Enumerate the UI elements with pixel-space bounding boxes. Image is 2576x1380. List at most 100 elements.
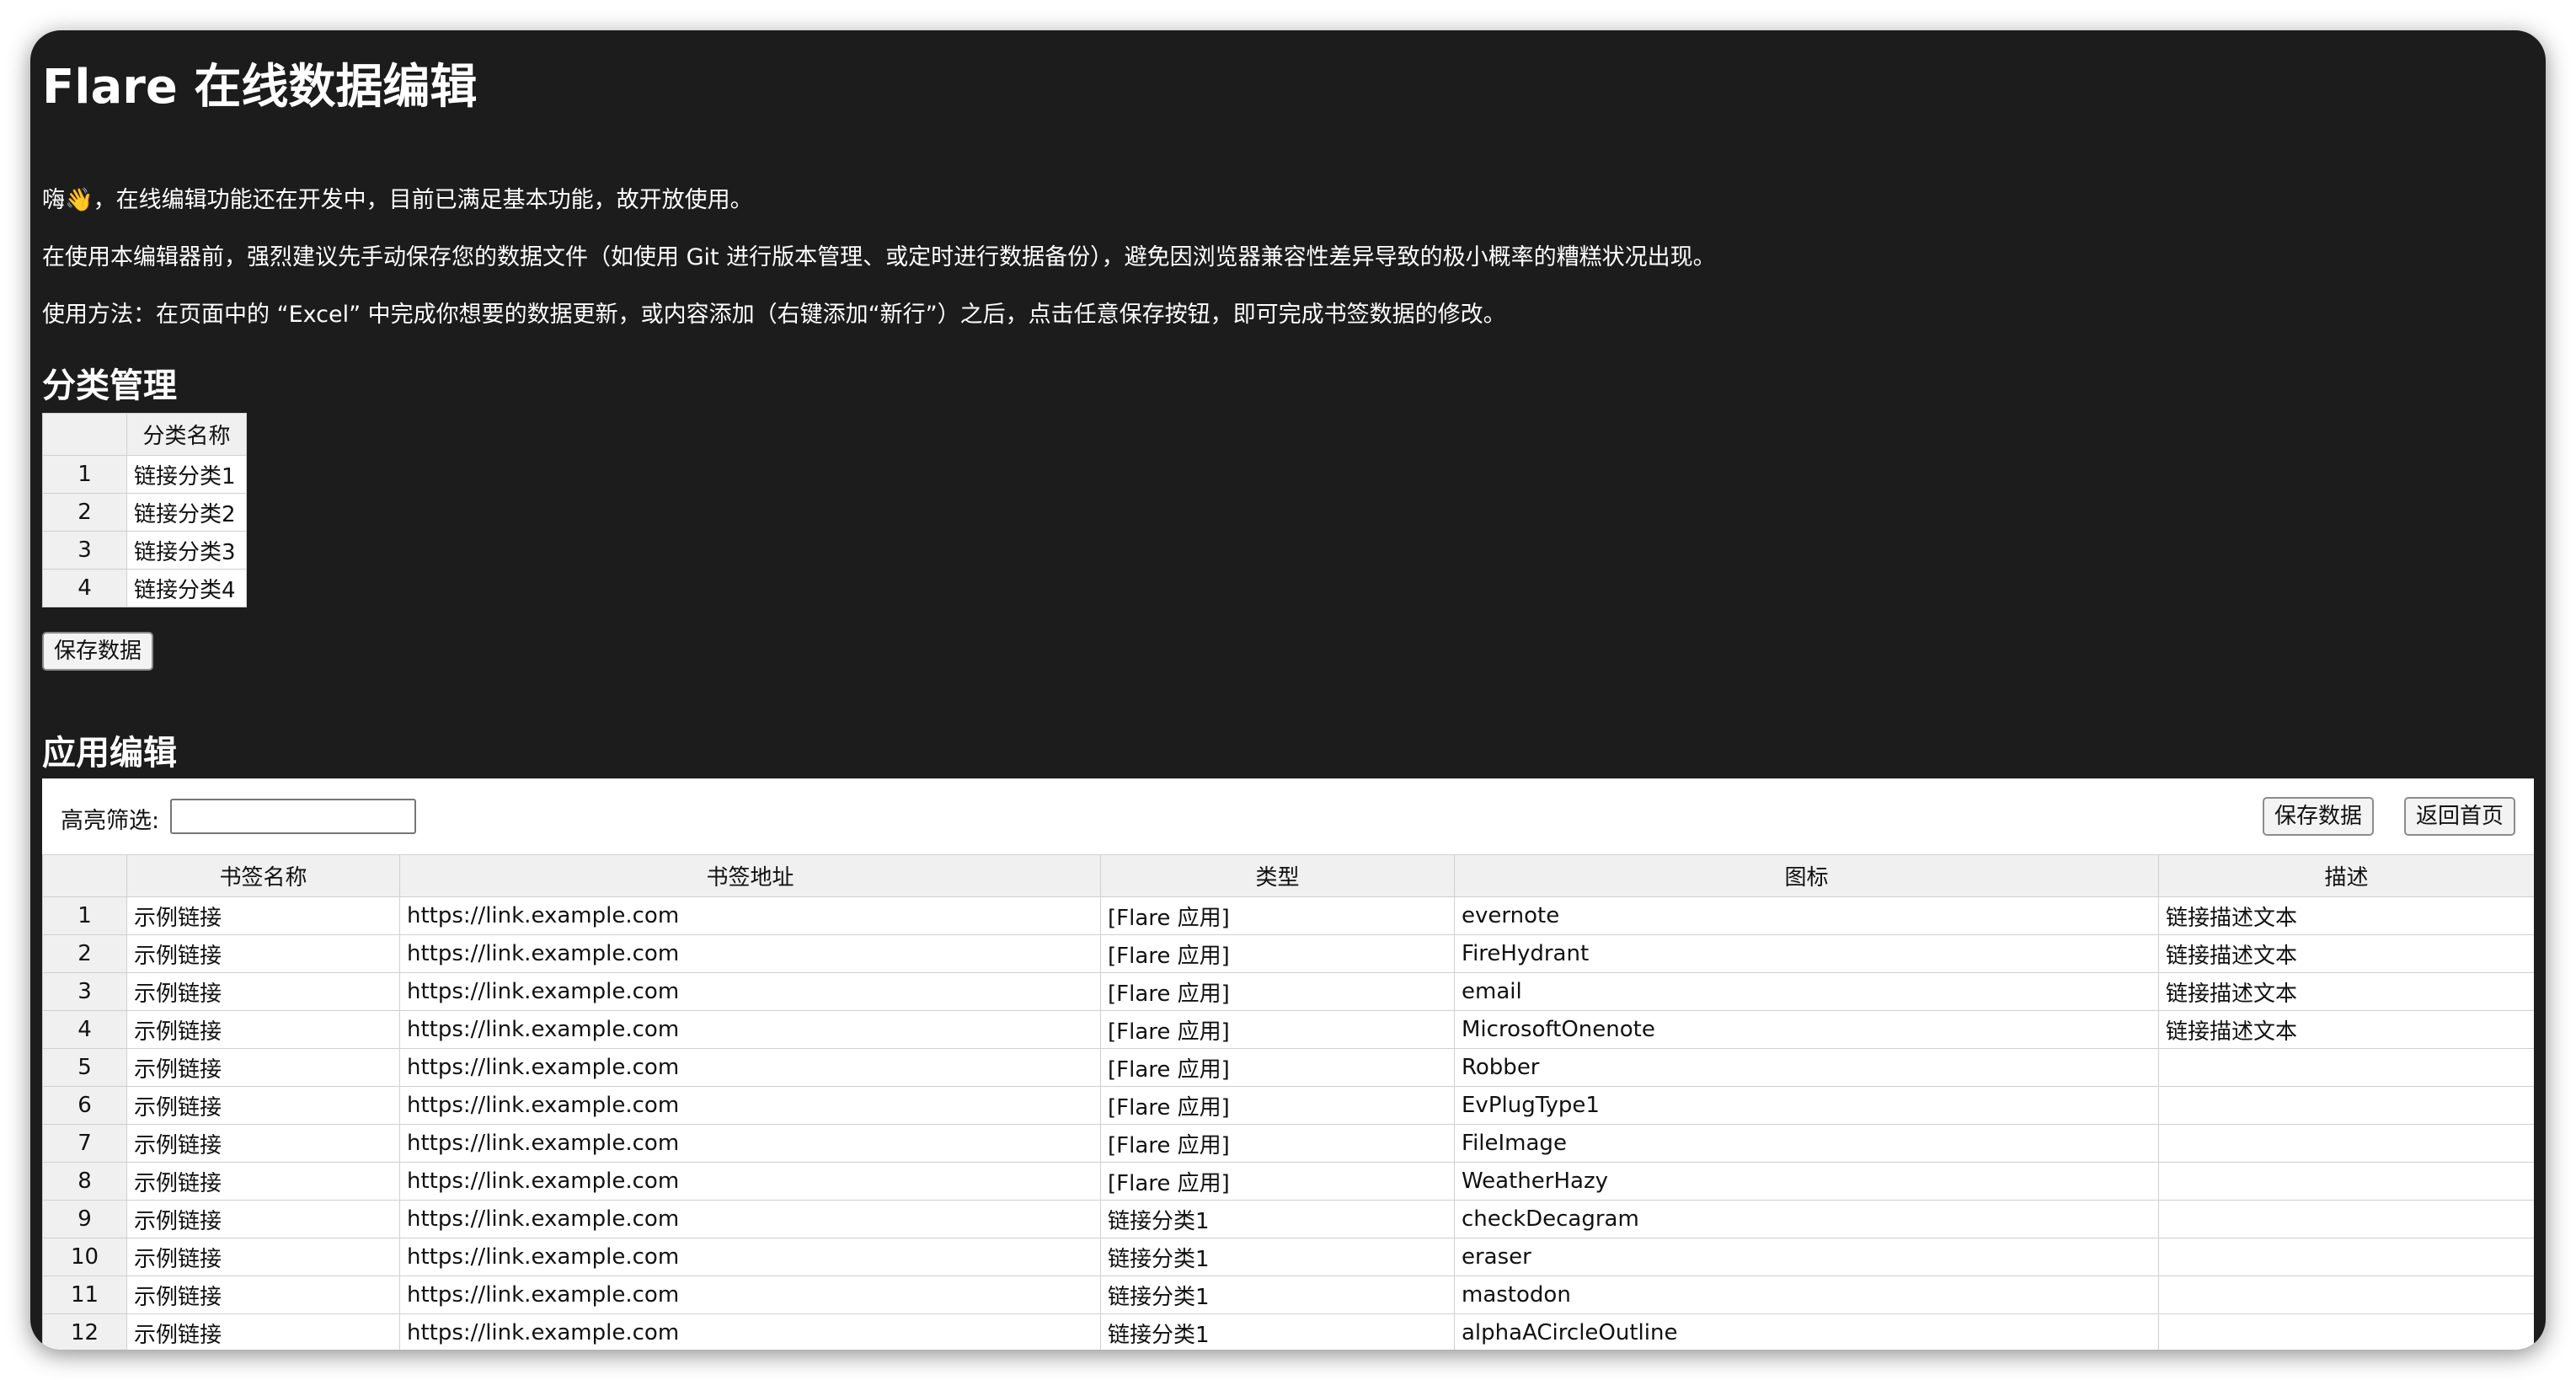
bookmark-name-cell[interactable]: 示例链接	[126, 1276, 400, 1314]
bookmark-name-cell[interactable]: 示例链接	[126, 1124, 400, 1163]
category-name-cell[interactable]: 链接分类1	[126, 455, 247, 494]
icon-name-cell[interactable]: evernote	[1454, 896, 2159, 935]
bookmark-url-cell[interactable]: https://link.example.com	[399, 1162, 1101, 1201]
type-cell[interactable]: 链接分类1	[1100, 1276, 1455, 1314]
row-number[interactable]: 1	[42, 896, 127, 935]
table-row: 9 示例链接 https://link.example.com 链接分类1 checkD…	[42, 1200, 2534, 1238]
bookmark-name-cell[interactable]: 示例链接	[126, 1010, 400, 1049]
row-number[interactable]: 3	[42, 972, 127, 1011]
type-cell[interactable]: [Flare 应用]	[1100, 1010, 1455, 1049]
back-home-button[interactable]: 返回首页	[2404, 797, 2516, 836]
type-cell[interactable]: [Flare 应用]	[1100, 1048, 1455, 1087]
bookmark-url-cell[interactable]: https://link.example.com	[399, 1010, 1101, 1049]
row-number[interactable]: 2	[42, 934, 127, 973]
bookmark-name-cell[interactable]: 示例链接	[126, 896, 400, 935]
bookmark-url-cell[interactable]: https://link.example.com	[399, 1048, 1101, 1087]
row-number[interactable]: 3	[42, 531, 127, 570]
category-name-header: 分类名称	[126, 413, 247, 456]
icon-name-cell[interactable]: checkDecagram	[1454, 1200, 2159, 1238]
app-table: 书签名称 书签地址 类型 图标 描述 1 示例链接 https://link.exa…	[42, 854, 2534, 1350]
save-apps-button[interactable]: 保存数据	[2263, 797, 2375, 836]
bookmark-name-cell[interactable]: 示例链接	[126, 1086, 400, 1125]
type-cell[interactable]: 链接分类1	[1100, 1200, 1455, 1238]
table-row: 8 示例链接 https://link.example.com [Flare 应用] W…	[42, 1162, 2534, 1201]
bookmark-url-cell[interactable]: https://link.example.com	[399, 896, 1101, 935]
bookmark-url-cell[interactable]: https://link.example.com	[399, 1276, 1101, 1314]
description-cell[interactable]	[2158, 1200, 2534, 1238]
bookmark-name-cell[interactable]: 示例链接	[126, 972, 400, 1011]
icon-name-cell[interactable]: MicrosoftOnenote	[1454, 1010, 2159, 1049]
bookmark-url-cell[interactable]: https://link.example.com	[399, 972, 1101, 1011]
bookmark-name-cell[interactable]: 示例链接	[126, 1200, 400, 1238]
icon-name-cell[interactable]: FileImage	[1454, 1124, 2159, 1163]
icon-name-cell[interactable]: EvPlugType1	[1454, 1086, 2159, 1125]
icon-name-cell[interactable]: eraser	[1454, 1238, 2159, 1276]
bookmark-url-cell[interactable]: https://link.example.com	[399, 1124, 1101, 1163]
icon-name-cell[interactable]: alphaACircleOutline	[1454, 1313, 2159, 1350]
table-row: 12 示例链接 https://link.example.com 链接分类1 alpha…	[42, 1313, 2534, 1350]
app-editor-panel: 高亮筛选: 保存数据 返回首页 书签名称 书签地址 类型 图标 描述 1 示例链…	[42, 778, 2534, 1350]
row-number[interactable]: 8	[42, 1162, 127, 1201]
bookmark-url-cell[interactable]: https://link.example.com	[399, 1238, 1101, 1276]
bookmark-url-cell[interactable]: https://link.example.com	[399, 934, 1101, 973]
description-cell[interactable]: 链接描述文本	[2158, 1010, 2534, 1049]
table-row: 6 示例链接 https://link.example.com [Flare 应用] E…	[42, 1086, 2534, 1125]
category-name-cell[interactable]: 链接分类4	[126, 569, 247, 607]
type-cell[interactable]: [Flare 应用]	[1100, 896, 1455, 935]
row-number[interactable]: 2	[42, 493, 127, 532]
row-number[interactable]: 5	[42, 1048, 127, 1087]
type-cell[interactable]: 链接分类1	[1100, 1238, 1455, 1276]
bookmark-url-cell[interactable]: https://link.example.com	[399, 1200, 1101, 1238]
description-cell[interactable]: 链接描述文本	[2158, 934, 2534, 973]
row-number[interactable]: 1	[42, 455, 127, 494]
bookmark-name-cell[interactable]: 示例链接	[126, 1313, 400, 1350]
type-header: 类型	[1100, 854, 1455, 897]
row-number[interactable]: 12	[42, 1313, 127, 1350]
filter-input[interactable]	[170, 799, 416, 834]
type-cell[interactable]: [Flare 应用]	[1100, 934, 1455, 973]
category-name-cell[interactable]: 链接分类2	[126, 493, 247, 532]
type-cell[interactable]: [Flare 应用]	[1100, 972, 1455, 1011]
bookmark-url-cell[interactable]: https://link.example.com	[399, 1313, 1101, 1350]
icon-name-cell[interactable]: FireHydrant	[1454, 934, 2159, 973]
bookmark-url-header: 书签地址	[399, 854, 1101, 897]
row-number[interactable]: 11	[42, 1276, 127, 1314]
category-heading: 分类管理	[42, 366, 177, 405]
save-categories-button[interactable]: 保存数据	[42, 632, 154, 671]
description-cell[interactable]	[2158, 1124, 2534, 1163]
table-row: 3 示例链接 https://link.example.com [Flare 应用] e…	[42, 972, 2534, 1011]
icon-name-cell[interactable]: mastodon	[1454, 1276, 2159, 1314]
bookmark-url-cell[interactable]: https://link.example.com	[399, 1086, 1101, 1125]
row-number[interactable]: 9	[42, 1200, 127, 1238]
bookmark-name-cell[interactable]: 示例链接	[126, 1162, 400, 1201]
type-cell[interactable]: [Flare 应用]	[1100, 1124, 1455, 1163]
description-cell[interactable]	[2158, 1162, 2534, 1201]
icon-name-cell[interactable]: Robber	[1454, 1048, 2159, 1087]
category-name-cell[interactable]: 链接分类3	[126, 531, 247, 570]
description-cell[interactable]	[2158, 1048, 2534, 1087]
bookmark-name-cell[interactable]: 示例链接	[126, 934, 400, 973]
bookmark-name-cell[interactable]: 示例链接	[126, 1048, 400, 1087]
type-cell[interactable]: [Flare 应用]	[1100, 1086, 1455, 1125]
table-row: 10 示例链接 https://link.example.com 链接分类1 erase…	[42, 1238, 2534, 1276]
description-cell[interactable]	[2158, 1238, 2534, 1276]
type-cell[interactable]: [Flare 应用]	[1100, 1162, 1455, 1201]
description-cell[interactable]	[2158, 1086, 2534, 1125]
type-cell[interactable]: 链接分类1	[1100, 1313, 1455, 1350]
icon-name-cell[interactable]: email	[1454, 972, 2159, 1011]
row-number[interactable]: 10	[42, 1238, 127, 1276]
row-number[interactable]: 6	[42, 1086, 127, 1125]
description-cell[interactable]: 链接描述文本	[2158, 896, 2534, 935]
category-row: 2 链接分类2	[42, 493, 247, 532]
row-number[interactable]: 4	[42, 1010, 127, 1049]
row-number[interactable]: 7	[42, 1124, 127, 1163]
description-cell[interactable]: 链接描述文本	[2158, 972, 2534, 1011]
row-number[interactable]: 4	[42, 569, 127, 607]
description-cell[interactable]	[2158, 1313, 2534, 1350]
filter-label: 高亮筛选:	[61, 808, 160, 834]
app-table-body: 1 示例链接 https://link.example.com [Flare 应用] e…	[42, 896, 2534, 1350]
description-cell[interactable]	[2158, 1276, 2534, 1314]
bookmark-name-cell[interactable]: 示例链接	[126, 1238, 400, 1276]
icon-name-cell[interactable]: WeatherHazy	[1454, 1162, 2159, 1201]
intro-paragraph: 嗨👋，在线编辑功能还在开发中，目前已满足基本功能，故开放使用。	[42, 187, 753, 213]
